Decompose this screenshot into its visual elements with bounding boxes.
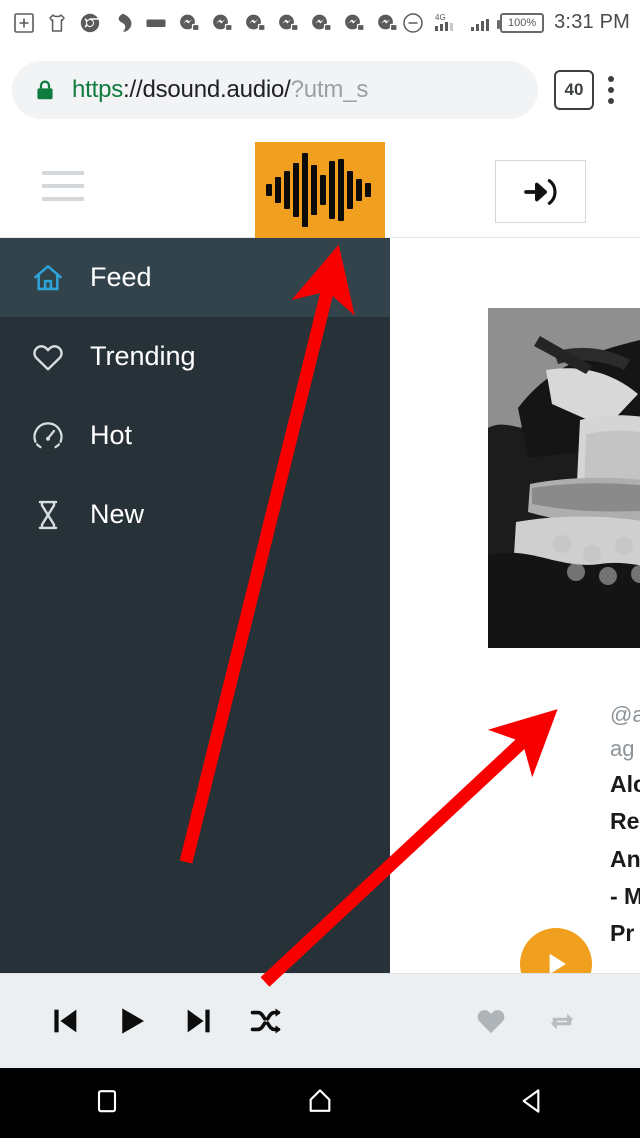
sidebar-navigation: Feed Trending Hot New	[0, 238, 390, 973]
sidebar-item-label: New	[90, 499, 145, 529]
track-metadata: @a ag Alc Re An - M Pr	[610, 698, 640, 952]
track-title-line[interactable]: - M	[610, 878, 640, 915]
repost-button[interactable]	[544, 1003, 580, 1039]
do-not-disturb-icon	[403, 12, 423, 33]
hourglass-icon	[28, 495, 68, 535]
time-ago-label: ag	[610, 736, 635, 762]
chrome-icon	[80, 13, 100, 32]
play-button[interactable]	[114, 1003, 150, 1039]
sidebar-item-trending[interactable]: Trending	[0, 317, 390, 396]
back-triangle-icon[interactable]	[517, 1085, 549, 1122]
speedometer-icon	[28, 416, 68, 456]
messenger-icon	[312, 14, 332, 31]
track-title-line[interactable]: Re	[610, 803, 640, 840]
play-button[interactable]	[520, 928, 592, 973]
square-recents-icon[interactable]	[91, 1085, 123, 1122]
sidebar-item-hot[interactable]: Hot	[0, 396, 390, 475]
signal-bars-icon	[471, 18, 490, 31]
track-title-line[interactable]: Pr	[610, 915, 640, 952]
skip-previous-icon	[54, 1009, 77, 1033]
shuffle-icon	[250, 1008, 281, 1034]
url-scheme: https	[72, 76, 124, 103]
hamburger-menu-icon[interactable]	[42, 171, 84, 201]
heart-filled-icon	[477, 1010, 505, 1034]
hamburger-line	[42, 184, 84, 188]
android-status-bar: 4G 100% 3:31 PM	[0, 0, 640, 45]
sign-in-button[interactable]	[495, 160, 586, 223]
track-artwork-image[interactable]	[488, 308, 640, 648]
sign-in-icon	[523, 178, 557, 205]
messenger-icon	[378, 14, 398, 31]
signal-bars-icon: 4G	[435, 13, 454, 31]
tab-switcher-button[interactable]: 40	[554, 70, 594, 110]
url-host: ://dsound.audio/	[123, 76, 291, 103]
hamburger-line	[42, 197, 84, 201]
track-title-line[interactable]: Alc	[610, 766, 640, 803]
home-icon	[28, 258, 68, 298]
repeat-icon	[550, 1013, 574, 1030]
play-icon	[549, 953, 566, 973]
tshirt-icon	[49, 13, 65, 32]
like-button[interactable]	[474, 1004, 508, 1038]
author-handle[interactable]: @a	[610, 698, 640, 732]
waveform-icon	[266, 153, 371, 227]
messenger-icon	[246, 14, 266, 31]
kebab-dot	[608, 98, 614, 104]
home-pentagon-icon[interactable]	[304, 1085, 336, 1122]
sidebar-item-label: Hot	[90, 420, 133, 450]
battery-indicator: 100%	[497, 12, 545, 33]
browser-menu-button[interactable]	[594, 76, 628, 104]
audio-player-bar	[0, 973, 640, 1068]
track-title-line[interactable]: An	[610, 841, 640, 878]
sidebar-item-feed[interactable]: Feed	[0, 238, 390, 317]
hamburger-line	[42, 171, 84, 175]
status-notification-icons	[12, 11, 399, 35]
messenger-icon	[213, 14, 233, 31]
heart-icon	[28, 337, 68, 377]
status-clock: 3:31 PM	[554, 11, 630, 33]
battery-level-label: 100%	[508, 16, 537, 29]
url-text: https://dsound.audio/?utm_s	[72, 76, 368, 104]
kebab-dot	[608, 76, 614, 82]
status-system-icons: 4G 100% 3:31 PM	[401, 11, 630, 35]
rectangle-icon	[146, 19, 166, 27]
player-action-buttons	[474, 1003, 580, 1039]
android-navigation-bar	[0, 1068, 640, 1138]
add-box-icon	[14, 12, 34, 33]
kebab-dot	[608, 87, 614, 93]
main-feed-content: @a ag Alc Re An - M Pr	[390, 238, 640, 973]
app-icon	[118, 13, 132, 32]
dsound-waveform-logo[interactable]	[255, 142, 385, 238]
messenger-icon	[180, 14, 200, 31]
previous-track-button[interactable]	[48, 1004, 82, 1038]
url-query: ?utm_s	[290, 76, 369, 103]
sidebar-item-label: Feed	[90, 262, 152, 292]
skip-next-icon	[187, 1009, 210, 1033]
play-icon	[122, 1008, 144, 1034]
player-transport-controls	[48, 1003, 284, 1039]
network-type-label: 4G	[435, 13, 446, 22]
tab-count-label: 40	[564, 80, 584, 99]
shuffle-button[interactable]	[248, 1003, 284, 1039]
next-track-button[interactable]	[182, 1004, 216, 1038]
url-bar[interactable]: https://dsound.audio/?utm_s	[12, 61, 538, 119]
browser-toolbar: https://dsound.audio/?utm_s 40	[0, 45, 640, 135]
sidebar-item-new[interactable]: New	[0, 475, 390, 554]
messenger-icon	[345, 14, 365, 31]
messenger-icon	[279, 14, 299, 31]
lock-icon	[37, 80, 53, 100]
sidebar-item-label: Trending	[90, 341, 196, 371]
